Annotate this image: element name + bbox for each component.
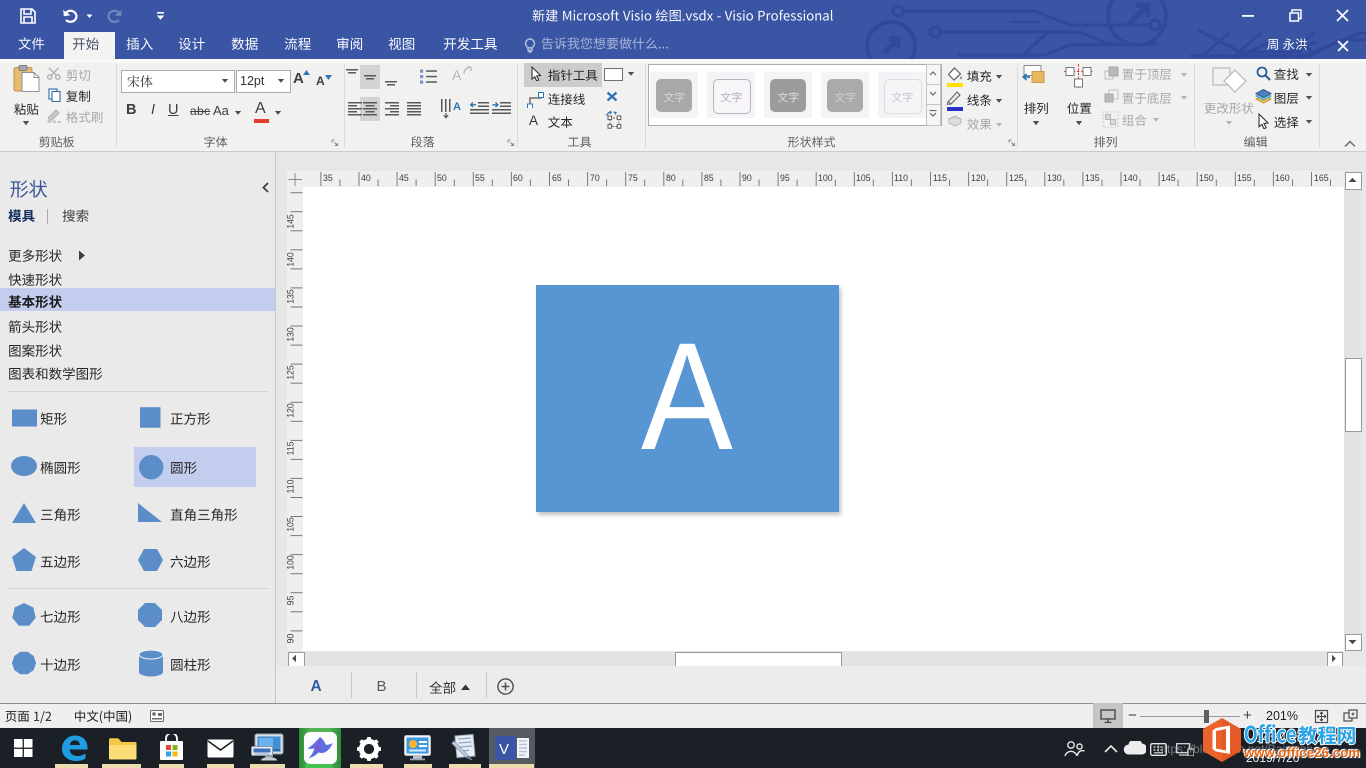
svg-text:V: V xyxy=(499,741,509,758)
svg-text:A: A xyxy=(453,101,461,113)
